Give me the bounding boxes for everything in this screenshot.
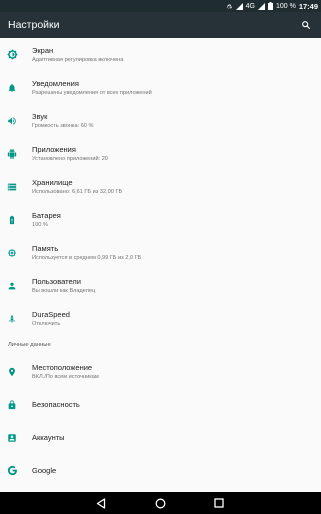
network-type-label: 4G: [245, 2, 255, 10]
person-icon: [5, 279, 19, 293]
home-icon: [155, 498, 165, 508]
setting-users[interactable]: Пользователи Вы вошли как Владелец: [0, 269, 321, 302]
search-button[interactable]: [299, 18, 313, 32]
navigation-bar: [0, 492, 321, 514]
battery-percent: 100 %: [275, 2, 296, 10]
setting-title: Батарея: [32, 210, 61, 220]
setting-subtitle: ВКЛ./По всем источникам: [32, 373, 99, 380]
signal-icon: [235, 2, 243, 10]
setting-title: Звук: [32, 111, 48, 121]
clock: 17:49: [298, 1, 318, 11]
setting-notifications[interactable]: Уведомления Разрешены уведомления от все…: [0, 71, 321, 104]
setting-subtitle: Разрешены уведомления от всех приложений: [32, 89, 152, 96]
setting-storage[interactable]: Хранилище Использовано: 6,61 ГБ из 32,00…: [0, 170, 321, 203]
setting-title: Хранилище: [32, 177, 73, 187]
bell-icon: [5, 81, 19, 95]
lock-icon: [5, 398, 19, 412]
status-bar: 4G 100 % 17:49: [0, 0, 321, 12]
setting-title: Местоположение: [32, 362, 93, 372]
search-icon: [302, 21, 311, 30]
setting-title: Безопасность: [32, 399, 80, 409]
setting-title: Google: [32, 465, 57, 475]
battery-status-icon: [267, 2, 273, 10]
setting-subtitle: Громкость звонка: 60 %: [32, 122, 94, 129]
signal-icon-2: [257, 2, 265, 10]
setting-title: Аккаунты: [32, 432, 65, 442]
brightness-icon: [5, 48, 19, 62]
setting-sound[interactable]: Звук Громкость звонка: 60 %: [0, 104, 321, 137]
setting-title: Экран: [32, 45, 54, 55]
settings-list: Экран Адаптивная регулировка включена Ув…: [0, 38, 321, 487]
account-box-icon: [5, 431, 19, 445]
setting-duraspeed[interactable]: DuraSpeed Отключить: [0, 302, 321, 335]
google-icon: [5, 464, 19, 478]
back-icon: [96, 497, 106, 509]
setting-title: Приложения: [32, 144, 76, 154]
back-button[interactable]: [95, 497, 107, 509]
memory-icon: [5, 246, 19, 260]
setting-subtitle: Адаптивная регулировка включена: [32, 56, 124, 63]
setting-display[interactable]: Экран Адаптивная регулировка включена: [0, 38, 321, 71]
setting-subtitle: Используется в среднем 0,99 ГБ из 2,0 ГБ: [32, 254, 142, 261]
section-header-personal: Личные данные: [8, 342, 51, 348]
google-status-icon: [226, 3, 233, 10]
android-icon: [5, 147, 19, 161]
setting-apps[interactable]: Приложения Установлено приложений: 20: [0, 137, 321, 170]
home-button[interactable]: [154, 497, 166, 509]
setting-google[interactable]: Google: [0, 454, 321, 487]
setting-subtitle: Отключить: [32, 320, 61, 327]
setting-title: Пользователи: [32, 276, 81, 286]
page-title: Настройки: [8, 19, 60, 31]
app-bar: Настройки: [0, 12, 321, 38]
setting-accounts[interactable]: Аккаунты: [0, 421, 321, 454]
setting-title: Память: [32, 243, 59, 253]
recents-icon: [214, 498, 224, 508]
setting-location[interactable]: Местоположение ВКЛ./По всем источникам: [0, 355, 321, 388]
setting-battery[interactable]: Батарея 100 %: [0, 203, 321, 236]
recents-button[interactable]: [213, 497, 225, 509]
setting-subtitle: Использовано: 6,61 ГБ из 32,00 ГБ: [32, 188, 123, 195]
battery-icon: [5, 213, 19, 227]
setting-subtitle: Установлено приложений: 20: [32, 155, 108, 162]
setting-security[interactable]: Безопасность: [0, 388, 321, 421]
setting-title: DuraSpeed: [32, 309, 70, 319]
setting-subtitle: 100 %: [32, 221, 48, 228]
setting-memory[interactable]: Память Используется в среднем 0,99 ГБ из…: [0, 236, 321, 269]
setting-title: Уведомления: [32, 78, 79, 88]
setting-subtitle: Вы вошли как Владелец: [32, 287, 96, 294]
storage-icon: [5, 180, 19, 194]
volume-icon: [5, 114, 19, 128]
location-pin-icon: [5, 365, 19, 379]
rocket-icon: [5, 312, 19, 326]
